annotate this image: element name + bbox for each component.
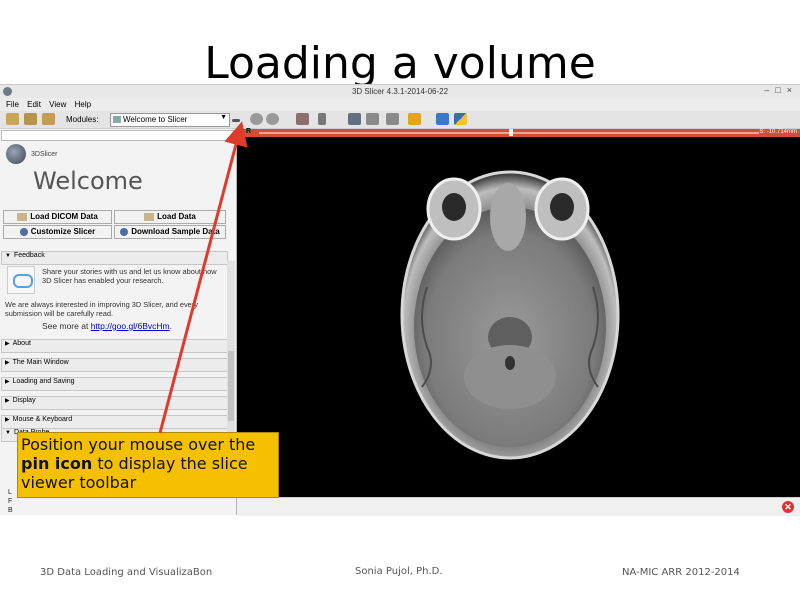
window-titlebar: 3D Slicer 4.3.1-2014-06-22 –□× xyxy=(0,85,800,98)
pin-icon[interactable] xyxy=(239,130,244,135)
download-icon xyxy=(120,227,129,236)
customize-slicer-button[interactable]: Customize Slicer xyxy=(3,225,112,239)
screenshot-icon[interactable] xyxy=(348,113,361,125)
slide-title: Loading a volume xyxy=(204,38,596,89)
logo-text: 3DSlicer xyxy=(31,151,58,158)
menubar: File Edit View Help xyxy=(0,98,800,111)
see-more-label: See more at xyxy=(42,321,89,331)
slice-viewer[interactable]: R S: -10.714mm xyxy=(237,128,800,497)
data-icon xyxy=(144,212,155,221)
brain-mri-image xyxy=(400,170,620,460)
slice-orientation-label: R xyxy=(246,128,252,135)
module-history-icon[interactable] xyxy=(232,119,240,122)
window-controls[interactable]: –□× xyxy=(764,85,798,95)
callout-bold: pin icon xyxy=(21,454,93,473)
section-about[interactable]: ▶ About xyxy=(1,339,228,353)
probe-letter-b: B xyxy=(8,507,13,514)
download-sample-button[interactable]: Download Sample Data xyxy=(114,225,226,239)
module-selected: Welcome to Slicer xyxy=(123,115,188,124)
modules-label: Modules: xyxy=(66,115,99,124)
module-search-bar[interactable] xyxy=(1,130,235,141)
layout-icon[interactable] xyxy=(296,113,309,125)
crosshair-toggle-icon[interactable] xyxy=(386,113,399,125)
load-data-button[interactable]: Load Data xyxy=(114,210,226,224)
probe-letter-l: L xyxy=(8,489,12,496)
section-mouse-keyboard[interactable]: ▶ Mouse & Keyboard xyxy=(1,415,228,429)
feedback-text-1: Share your stories with us and let us kn… xyxy=(42,267,217,285)
menu-view[interactable]: View xyxy=(49,100,66,109)
slice-slider-handle[interactable] xyxy=(509,129,513,136)
slicer-logo-icon xyxy=(6,144,26,164)
load-data-icon[interactable] xyxy=(6,113,19,125)
section-display[interactable]: ▶ Display xyxy=(1,396,228,410)
main-toolbar: Modules: Welcome to Slicer ▼ xyxy=(0,111,800,129)
crosshair-icon[interactable] xyxy=(408,113,421,125)
chevron-right-icon: ▶ xyxy=(5,379,10,385)
chevron-down-icon: ▼ xyxy=(5,253,11,259)
extension-manager-icon[interactable] xyxy=(436,113,449,125)
python-icon[interactable] xyxy=(454,113,467,125)
feedback-text-2: We are always interested in improving 3D… xyxy=(5,300,198,318)
footer-center: Sonia Pujol, Ph.D. xyxy=(355,566,443,577)
section-loading-saving[interactable]: ▶ Loading and Saving xyxy=(1,377,228,391)
load-data-label: Load Data xyxy=(157,212,196,221)
probe-letter-f: F xyxy=(8,498,13,505)
see-more-tail: . xyxy=(169,321,172,331)
cerebellum xyxy=(464,345,556,409)
feedback-link[interactable]: http://goo.gl/6BvcHm xyxy=(91,321,170,331)
module-selector[interactable]: Welcome to Slicer ▼ xyxy=(110,113,230,127)
data-probe-area: L F B xyxy=(0,489,236,515)
right-eye-inner xyxy=(550,193,574,221)
mouse-mode-icon[interactable] xyxy=(318,113,326,125)
chevron-right-icon: ▶ xyxy=(5,341,10,347)
load-dicom-label: Load DICOM Data xyxy=(30,212,98,221)
instruction-callout: Position your mouse over the pin icon to… xyxy=(17,432,279,498)
chevron-right-icon: ▶ xyxy=(5,398,10,404)
nasal-area xyxy=(490,183,526,251)
left-eye-inner xyxy=(442,193,466,221)
menu-help[interactable]: Help xyxy=(75,100,91,109)
callout-line-1: Position your mouse over the xyxy=(21,435,256,454)
scene-view-icon[interactable] xyxy=(366,113,379,125)
fourth-ventricle xyxy=(505,356,515,370)
window-title: 3D Slicer 4.3.1-2014-06-22 xyxy=(351,87,449,96)
chevron-right-icon: ▶ xyxy=(5,360,10,366)
close-icon[interactable]: ✕ xyxy=(782,501,794,513)
scrollbar-thumb[interactable] xyxy=(228,351,234,421)
slice-viewer-bar[interactable]: R S: -10.714mm xyxy=(237,128,800,137)
load-dicom-button[interactable]: Load DICOM Data xyxy=(3,210,112,224)
dicom-icon xyxy=(17,212,28,221)
see-more-line: See more at http://goo.gl/6BvcHm. xyxy=(42,322,227,331)
chevron-down-icon: ▼ xyxy=(220,114,227,121)
forward-icon[interactable] xyxy=(266,113,279,125)
feedback-bubble-icon xyxy=(7,266,35,294)
menu-edit[interactable]: Edit xyxy=(27,100,41,109)
save-icon[interactable] xyxy=(42,113,55,125)
customize-icon xyxy=(19,227,28,236)
load-dicom-icon[interactable] xyxy=(24,113,37,125)
module-icon xyxy=(113,116,121,123)
customize-label: Customize Slicer xyxy=(30,227,96,236)
footer-left: 3D Data Loading and VisualizaBon xyxy=(40,567,213,578)
welcome-heading: Welcome xyxy=(33,167,143,195)
section-feedback[interactable]: ▼ Feedback xyxy=(1,251,228,265)
section-main-window[interactable]: ▶ The Main Window xyxy=(1,358,228,372)
back-icon[interactable] xyxy=(250,113,263,125)
slice-offset-value: S: -10.714mm xyxy=(759,129,797,135)
menu-file[interactable]: File xyxy=(6,100,19,109)
download-sample-label: Download Sample Data xyxy=(131,227,220,236)
status-bar: ✕ xyxy=(237,497,800,516)
footer-right: NA-MIC ARR 2012-2014 xyxy=(622,567,740,578)
chevron-right-icon: ▶ xyxy=(5,417,10,423)
chevron-down-icon: ▼ xyxy=(5,430,11,436)
